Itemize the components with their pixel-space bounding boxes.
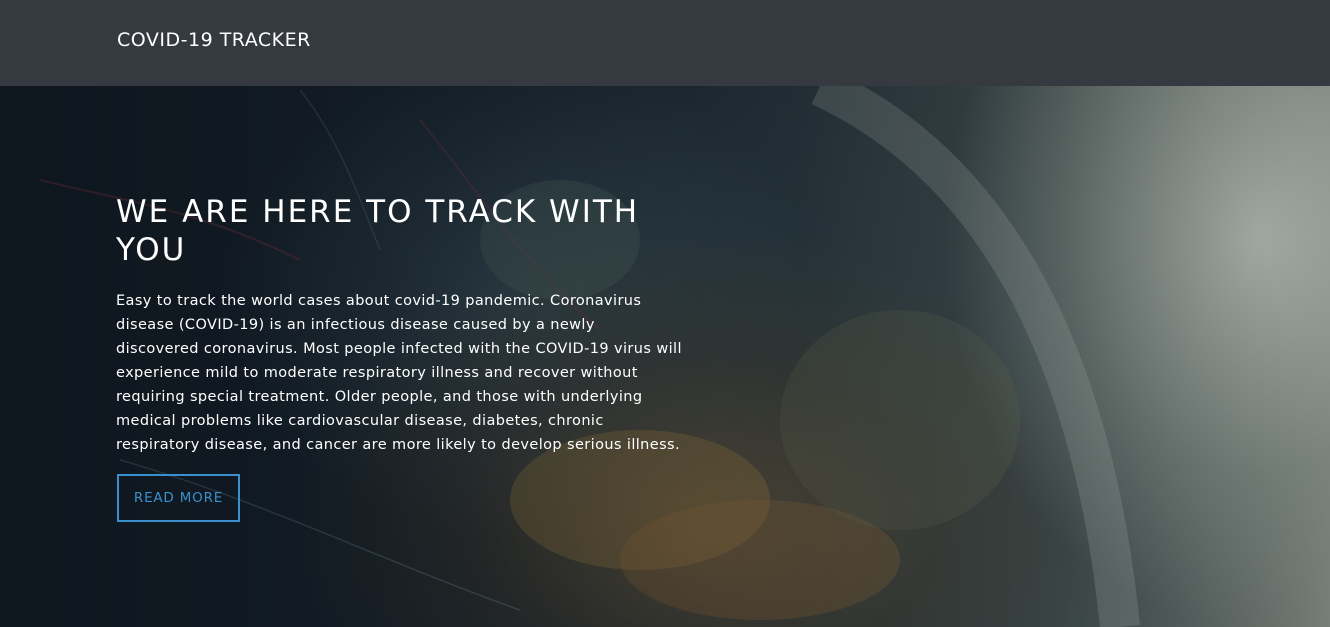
hero-description: Easy to track the world cases about covi… [116,293,682,453]
page: COVID-19 TRACKER WE ARE HERE TO TRACK WI… [0,0,1330,627]
read-more-button[interactable]: READ MORE [117,474,240,522]
brand-logo-link[interactable]: COVID-19 TRACKER [117,29,311,51]
hero-section: WE ARE HERE TO TRACK WITH YOU Easy to tr… [116,193,686,522]
navbar: COVID-19 TRACKER [0,0,1330,86]
hero-title: WE ARE HERE TO TRACK WITH YOU [116,194,640,268]
